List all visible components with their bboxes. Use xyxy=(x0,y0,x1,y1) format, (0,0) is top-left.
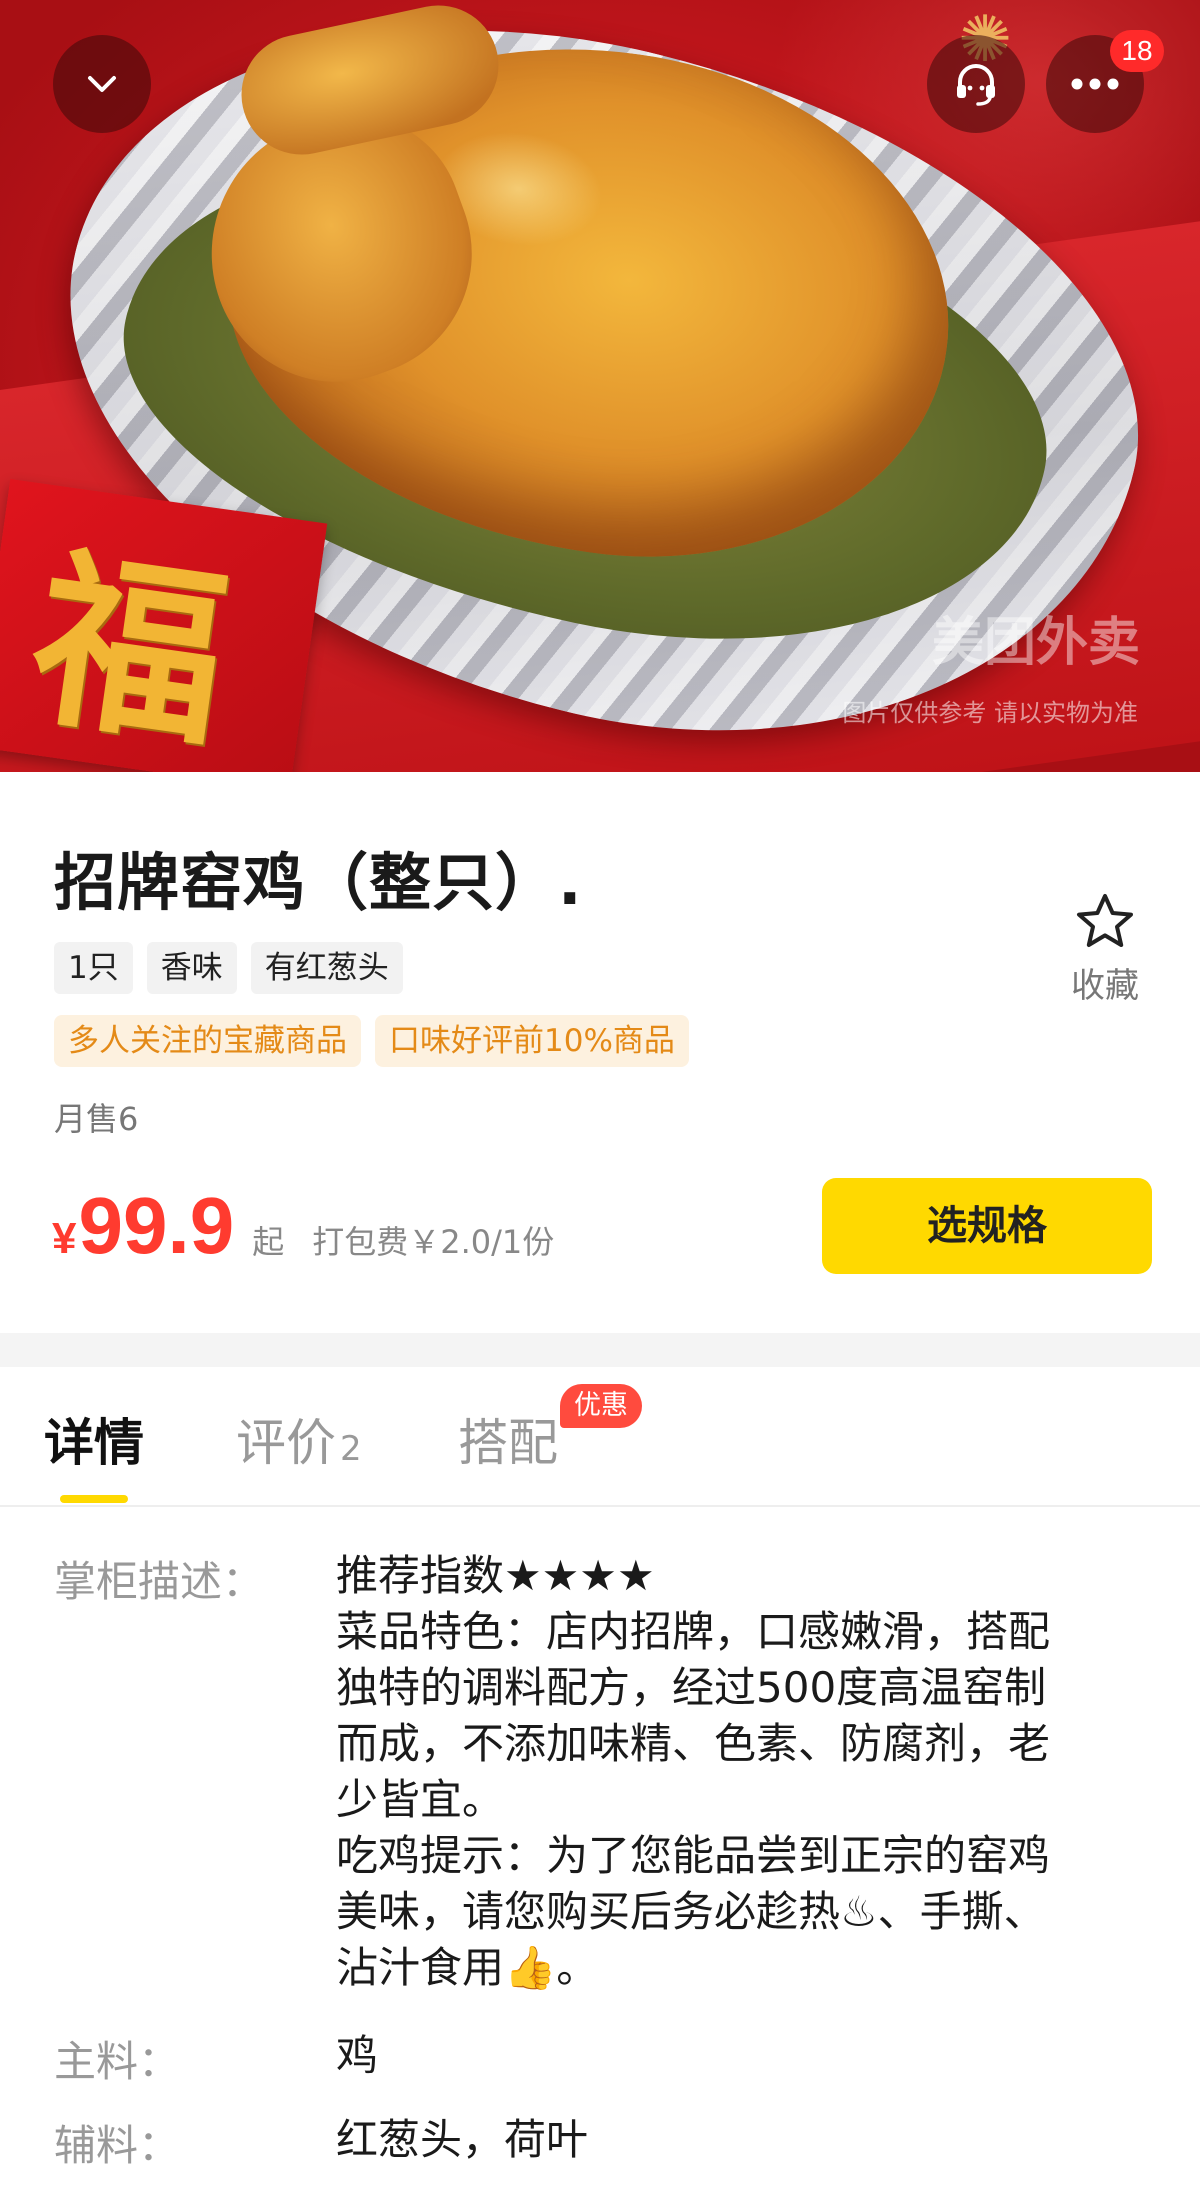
spec-tag: 有红葱头 xyxy=(250,942,403,994)
star-icon xyxy=(1077,894,1133,947)
price-value: 99.9 xyxy=(78,1181,235,1270)
customer-service-icon xyxy=(957,64,995,106)
tab-detail[interactable]: 详情 xyxy=(44,1403,144,1475)
monthly-sales: 月售6 xyxy=(54,1100,139,1138)
product-title: 招牌窑鸡（整只）. xyxy=(54,846,583,919)
description-row: 掌柜描述： 推荐指数★★★★ 菜品特色：店内招牌，口感嫩滑，搭配 独特的调料配方… xyxy=(54,1548,1154,1996)
highlight-badge[interactable]: 多人关注的宝藏商品 xyxy=(54,1015,361,1067)
spec-tag: 1只 xyxy=(54,942,133,994)
message-count-badge: 18 xyxy=(1110,30,1164,72)
description-line: 少皆宜。 xyxy=(336,1775,505,1824)
promo-badge: 优惠 xyxy=(560,1384,642,1428)
watermark-note: 图片仅供参考 请以实物为准 xyxy=(842,699,1138,727)
watermark-brand: 美团外卖 xyxy=(931,613,1140,673)
section-divider xyxy=(0,1333,1200,1367)
spec-tags: 1只 香味 有红葱头 xyxy=(54,942,403,994)
highlight-badge[interactable]: 口味好评前10%商品 xyxy=(375,1015,689,1067)
description-line: 吃鸡提示：为了您能品尝到正宗的窑鸡 xyxy=(336,1831,1051,1880)
favorite-button[interactable]: 收藏 xyxy=(1060,892,1150,1007)
chevron-down-icon xyxy=(88,76,116,92)
spec-tag: 香味 xyxy=(146,942,237,994)
main-ingredient-row: 主料： 鸡 xyxy=(54,2028,1154,2089)
description-label: 掌柜描述： xyxy=(54,1557,265,1606)
main-ingredient-value: 鸡 xyxy=(336,2031,379,2080)
customer-service-button[interactable] xyxy=(927,35,1025,133)
description-line: 而成，不添加味精、色素、防腐剂，老 xyxy=(336,1719,1051,1768)
aux-ingredient-label: 辅料： xyxy=(54,2121,181,2170)
description-line: 独特的调料配方，经过500度高温窑制 xyxy=(336,1663,1047,1712)
tab-review-label: 评价 xyxy=(236,1414,336,1472)
tab-review[interactable]: 评价 2 xyxy=(236,1403,362,1475)
aux-ingredient-row: 辅料： 红葱头，荷叶 xyxy=(54,2112,1154,2173)
description-line: 菜品特色：店内招牌，口感嫩滑，搭配 xyxy=(336,1607,1051,1656)
currency-symbol: ¥ xyxy=(52,1214,77,1263)
aux-ingredient-value: 红葱头，荷叶 xyxy=(336,2115,589,2164)
fu-character: 福 xyxy=(20,525,240,772)
description-line: 沾汁食用👍。 xyxy=(336,1943,599,1992)
active-tab-indicator xyxy=(60,1495,128,1503)
product-hero-image[interactable]: ✺ 福 美团外卖 图片仅供参考 请以实物为准 xyxy=(0,0,1200,772)
price-suffix: 起 xyxy=(252,1223,285,1261)
description-line: 美味，请您购买后务必趁热♨、手撕、 xyxy=(336,1887,1046,1936)
review-count: 2 xyxy=(340,1429,362,1469)
main-ingredient-label: 主料： xyxy=(54,2037,181,2086)
favorite-label: 收藏 xyxy=(1071,966,1139,1006)
tab-combo[interactable]: 搭配 xyxy=(458,1403,558,1475)
more-icon xyxy=(1071,78,1119,90)
select-spec-button[interactable]: 选规格 xyxy=(822,1178,1152,1274)
description-text: 推荐指数★★★★ 菜品特色：店内招牌，口感嫩滑，搭配 独特的调料配方，经过500… xyxy=(336,1548,1050,1996)
price-row: ¥ 99.9 起 打包费￥2.0/1份 xyxy=(52,1180,554,1270)
description-line: 推荐指数★★★★ xyxy=(336,1551,655,1600)
collapse-button[interactable] xyxy=(53,35,151,133)
packing-fee: 打包费￥2.0/1份 xyxy=(312,1223,555,1261)
highlight-badges: 多人关注的宝藏商品 口味好评前10%商品 xyxy=(54,1015,689,1067)
